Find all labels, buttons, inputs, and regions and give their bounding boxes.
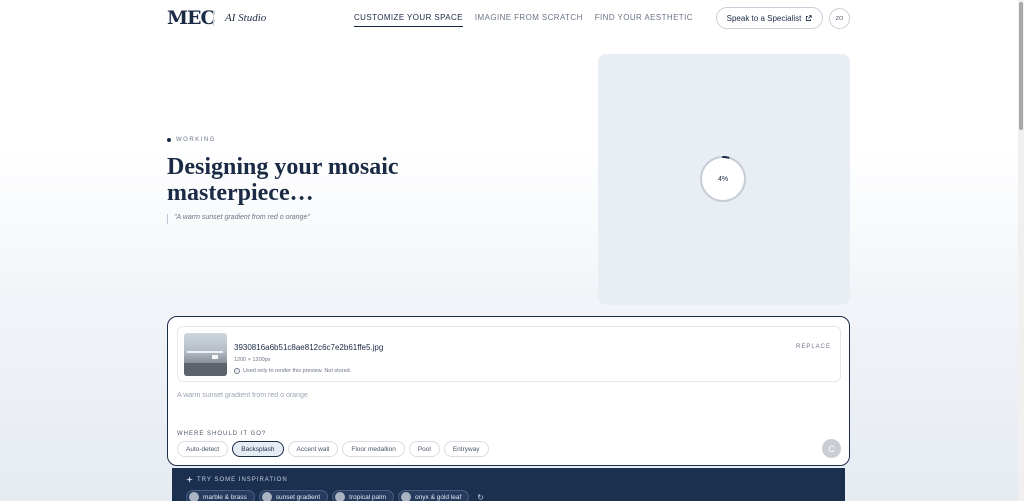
placement-label: WHERE SHOULD IT GO?	[177, 431, 267, 437]
file-size: 1200 × 1200px	[234, 357, 271, 363]
file-note-text: Used only to render this preview. Not st…	[243, 368, 352, 374]
file-note: i Used only to render this preview. Not …	[234, 368, 351, 374]
chip-backsplash[interactable]: Backsplash	[232, 441, 284, 457]
refresh-inspiration-icon[interactable]: ↻	[477, 493, 484, 501]
studio-label: AI Studio	[225, 12, 267, 24]
inspiration-label: TRY SOME INSPIRATION	[186, 476, 288, 483]
inspiration-chip[interactable]: tropical palm	[332, 490, 395, 501]
prompt-input[interactable]	[177, 389, 577, 401]
inspiration-panel: TRY SOME INSPIRATION marble & brass suns…	[172, 468, 845, 501]
progress-label: 4%	[717, 175, 729, 183]
submit-button[interactable]: C	[822, 439, 841, 458]
status-indicator: WORKING	[167, 137, 216, 143]
status-text: WORKING	[176, 137, 216, 143]
external-link-icon	[806, 14, 813, 21]
inspiration-thumb-icon	[401, 492, 412, 501]
speak-to-specialist-button[interactable]: Speak to a Specialist	[716, 7, 823, 29]
chip-auto-detect[interactable]: Auto-detect	[177, 441, 229, 457]
uploaded-file: 3930816a6b51c8ae812c6c7e2b61ffe5.jpg 120…	[177, 326, 841, 382]
specialist-label: Speak to a Specialist	[726, 13, 802, 23]
sparkle-icon	[186, 476, 193, 483]
inspiration-chip-label: marble & brass	[203, 493, 247, 501]
chip-floor-medallion[interactable]: Floor medallion	[342, 441, 405, 457]
chip-entryway[interactable]: Entryway	[443, 441, 489, 457]
nav-customize-your-space[interactable]: CUSTOMIZE YOUR SPACE	[354, 13, 463, 27]
nav-find-your-aesthetic[interactable]: FIND YOUR AESTHETIC	[595, 13, 693, 27]
inspiration-chip-label: tropical palm	[349, 493, 387, 501]
brand-logo[interactable]: MEC	[167, 7, 216, 29]
placement-options: Auto-detect Backsplash Accent wall Floor…	[177, 441, 489, 457]
logo-divider	[213, 10, 214, 26]
nav-imagine-from-scratch[interactable]: IMAGINE FROM SCRATCH	[475, 13, 583, 27]
status-dot-icon	[167, 138, 171, 142]
inspiration-chip[interactable]: onyx & gold leaf	[398, 490, 470, 501]
inspiration-options: marble & brass sunset gradient tropical …	[186, 490, 484, 501]
file-name: 3930816a6b51c8ae812c6c7e2b61ffe5.jpg	[234, 343, 384, 352]
page-title: Designing your mosaic masterpiece…	[167, 154, 399, 206]
prompt-quote: "A warm sunset gradient from red o orang…	[167, 214, 310, 224]
replace-button[interactable]: REPLACE	[796, 344, 831, 350]
preview-panel: 4%	[598, 54, 850, 305]
inspiration-chip-label: sunset gradient	[275, 493, 321, 501]
inspiration-thumb-icon	[261, 492, 272, 501]
top-header: MEC AI Studio CUSTOMIZE YOUR SPACE IMAGI…	[0, 0, 1018, 36]
page-scrollbar[interactable]	[1018, 0, 1024, 501]
inspiration-chip[interactable]: marble & brass	[186, 490, 255, 501]
user-avatar[interactable]: ZO	[829, 8, 850, 29]
inspiration-thumb-icon	[335, 492, 346, 501]
chip-pool[interactable]: Pool	[408, 441, 440, 457]
chip-accent-wall[interactable]: Accent wall	[287, 441, 339, 457]
inspiration-chip[interactable]: sunset gradient	[258, 490, 329, 501]
info-icon: i	[234, 368, 240, 374]
scrollbar-thumb[interactable]	[1019, 2, 1023, 130]
design-input-card: 3930816a6b51c8ae812c6c7e2b61ffe5.jpg 120…	[167, 316, 850, 466]
inspiration-thumb-icon	[189, 492, 199, 501]
uploaded-image-thumbnail	[184, 333, 227, 376]
inspiration-chip-label: onyx & gold leaf	[415, 493, 462, 501]
inspiration-label-text: TRY SOME INSPIRATION	[197, 476, 288, 483]
main-nav: CUSTOMIZE YOUR SPACE IMAGINE FROM SCRATC…	[354, 13, 705, 27]
